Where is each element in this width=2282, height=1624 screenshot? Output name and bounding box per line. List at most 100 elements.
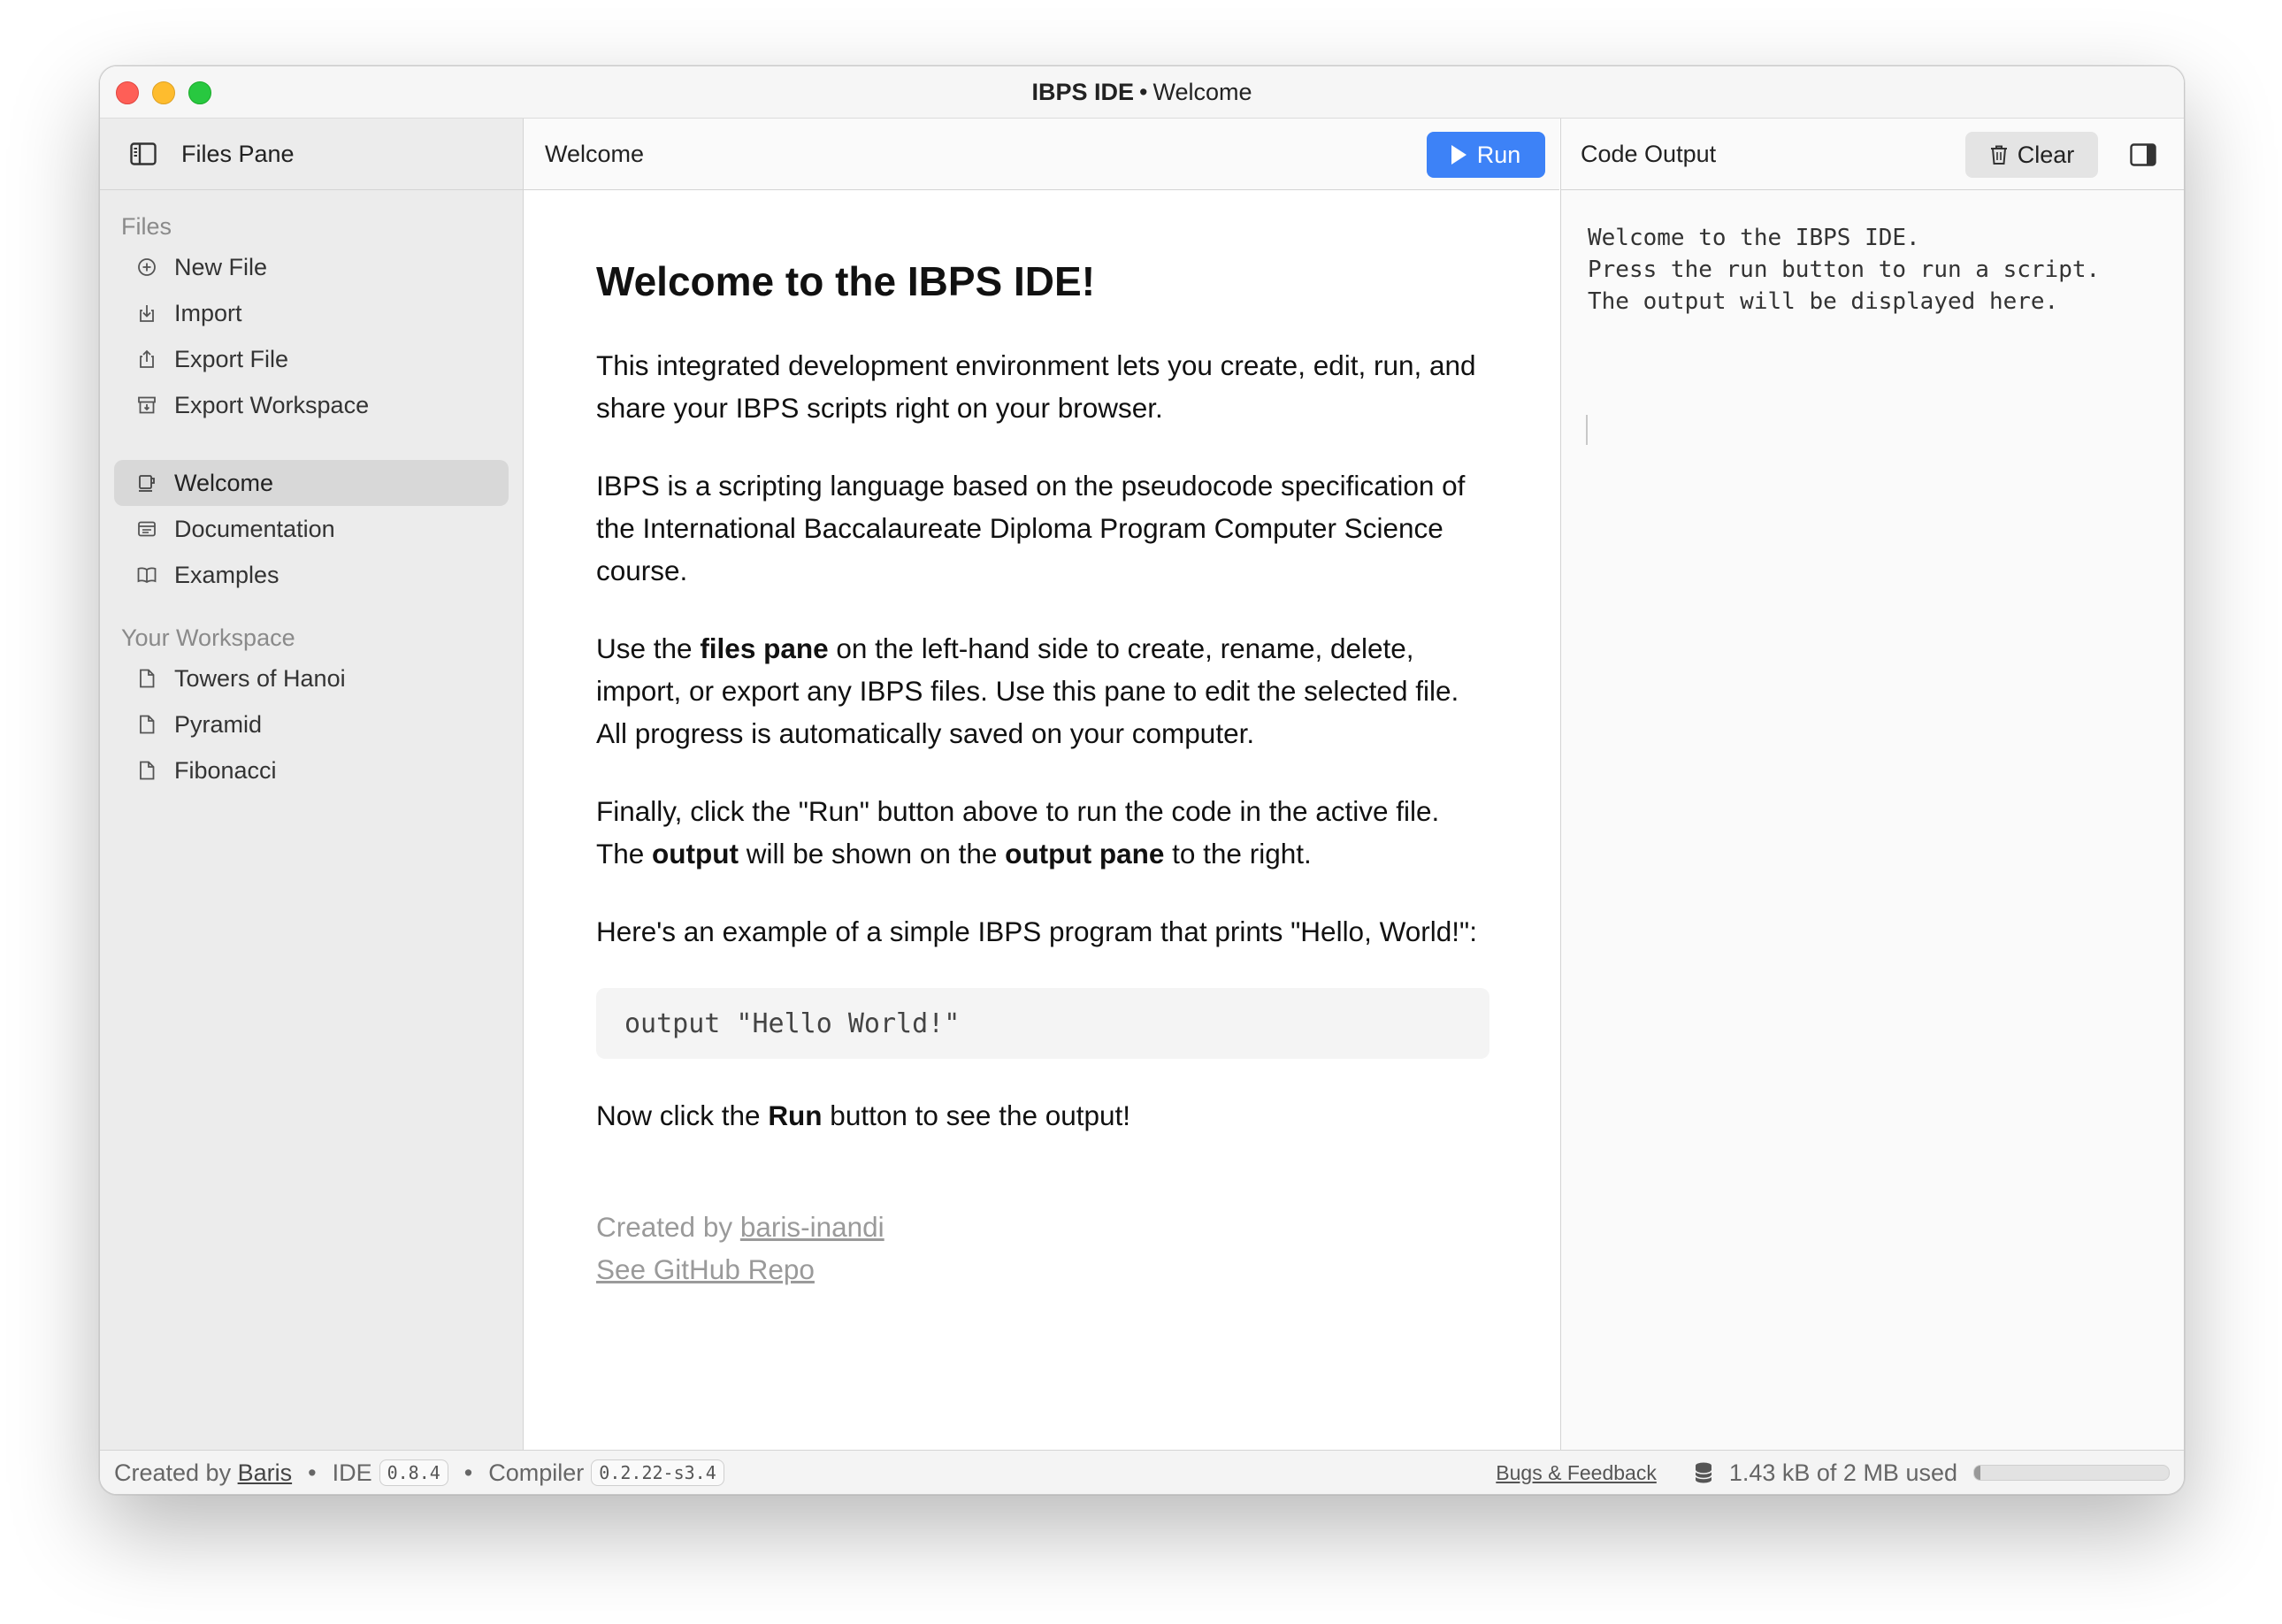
- file-icon: [135, 713, 158, 736]
- status-separator: •: [463, 1459, 473, 1486]
- status-bar: Created by Baris • IDE 0.8.4 • Compiler …: [100, 1450, 2184, 1494]
- compiler-version-badge: 0.2.22-s3.4: [591, 1459, 724, 1486]
- cup-icon: [135, 471, 158, 494]
- cta-paragraph: Now click the Run button to see the outp…: [596, 1094, 1487, 1137]
- clear-label: Clear: [2017, 141, 2075, 168]
- status-separator: •: [308, 1459, 317, 1486]
- sidebar-item-examples[interactable]: Examples: [114, 552, 509, 598]
- output-title: Code Output: [1581, 140, 1717, 167]
- maximize-window-button[interactable]: [188, 81, 211, 104]
- import-button[interactable]: Import: [114, 290, 509, 336]
- trash-icon: [1990, 145, 2007, 165]
- storage-usage-fill: [1974, 1466, 1980, 1480]
- bold-text: files pane: [700, 632, 829, 664]
- workspace-file-label: Towers of Hanoi: [174, 664, 346, 692]
- window-title: IBPS IDE • Welcome: [1031, 79, 1252, 106]
- share-icon: [135, 348, 158, 371]
- text-run: button to see the output!: [822, 1099, 1131, 1131]
- files-section-label: Files: [121, 213, 172, 240]
- export-workspace-label: Export Workspace: [174, 391, 370, 418]
- export-file-button[interactable]: Export File: [114, 336, 509, 382]
- files-sidebar: Files Pane Files New File Import Export …: [100, 119, 524, 1450]
- text-run: Now click the: [596, 1099, 769, 1131]
- bold-text: output pane: [1005, 838, 1165, 869]
- close-window-button[interactable]: [116, 81, 139, 104]
- editor-header: Welcome Run: [524, 119, 1559, 190]
- text-run: Use the: [596, 632, 701, 664]
- archive-icon: [135, 394, 158, 417]
- created-by-text: Created by: [596, 1211, 740, 1243]
- title-separator: •: [1139, 78, 1148, 105]
- github-repo-link[interactable]: See GitHub Repo: [596, 1253, 815, 1285]
- active-tab-title: Welcome: [545, 140, 645, 167]
- created-by-label: Created by: [114, 1459, 232, 1486]
- new-file-label: New File: [174, 253, 268, 280]
- language-paragraph: IBPS is a scripting language based on th…: [596, 470, 1466, 586]
- workspace-file-label: Fibonacci: [174, 756, 277, 784]
- ide-version-badge: 0.8.4: [379, 1459, 448, 1486]
- documentation-label: Documentation: [174, 515, 335, 542]
- output-panel-toggle-icon[interactable]: [2130, 143, 2156, 166]
- window-controls: [116, 81, 211, 104]
- status-left: Created by Baris • IDE 0.8.4 • Compiler …: [114, 1459, 724, 1487]
- sidebar-header: Files Pane: [100, 119, 523, 190]
- play-icon: [1451, 145, 1466, 165]
- credits: Created by baris-inandi See GitHub Repo: [596, 1206, 1487, 1291]
- app-name: IBPS IDE: [1031, 78, 1135, 105]
- bold-text: Run: [768, 1099, 823, 1131]
- status-right: Bugs & Feedback 1.43 kB of 2 MB used: [1496, 1459, 2170, 1487]
- workspace-section-label: Your Workspace: [121, 624, 295, 651]
- run-button[interactable]: Run: [1427, 132, 1545, 178]
- output-pane: Code Output Clear Welcome to the IBPS ID…: [1560, 119, 2184, 1450]
- output-header: Code Output Clear: [1561, 119, 2184, 190]
- output-console[interactable]: Welcome to the IBPS IDE. Press the run b…: [1561, 190, 2184, 318]
- plus-circle-icon: [135, 256, 158, 279]
- intro-paragraph: This integrated development environment …: [596, 349, 1476, 424]
- repo-line: See GitHub Repo: [596, 1248, 1487, 1291]
- workspace-file-towers-of-hanoi[interactable]: Towers of Hanoi: [114, 655, 509, 701]
- import-icon: [135, 302, 158, 325]
- workspace-file-label: Pyramid: [174, 710, 263, 738]
- sidebar-item-documentation[interactable]: Documentation: [114, 506, 509, 552]
- book-icon: [135, 563, 158, 586]
- welcome-document: Welcome to the IBPS IDE! This integrated…: [524, 190, 1559, 1291]
- sidebar-title: Files Pane: [181, 140, 295, 167]
- output-cursor: [1586, 415, 1588, 445]
- file-icon: [135, 667, 158, 690]
- compiler-label: Compiler: [488, 1459, 585, 1486]
- examples-label: Examples: [174, 561, 280, 588]
- run-paragraph: Finally, click the "Run" button above to…: [596, 790, 1487, 875]
- export-workspace-button[interactable]: Export Workspace: [114, 382, 509, 428]
- text-run: to the right.: [1164, 838, 1312, 869]
- sidebar-toggle-icon[interactable]: [130, 142, 157, 165]
- sidebar-item-welcome[interactable]: Welcome: [114, 460, 509, 506]
- minimize-window-button[interactable]: [152, 81, 175, 104]
- clear-button[interactable]: Clear: [1965, 132, 2098, 178]
- bugs-feedback-link[interactable]: Bugs & Feedback: [1496, 1461, 1657, 1485]
- created-by-line: Created by baris-inandi: [596, 1206, 1487, 1248]
- welcome-label: Welcome: [174, 469, 274, 496]
- workspace-file-fibonacci[interactable]: Fibonacci: [114, 747, 509, 793]
- files-pane-paragraph: Use the files pane on the left-hand side…: [596, 627, 1487, 755]
- export-file-label: Export File: [174, 345, 289, 372]
- database-icon: [1695, 1462, 1712, 1483]
- import-label: Import: [174, 299, 242, 326]
- file-icon: [135, 759, 158, 782]
- title-bar: IBPS IDE • Welcome: [100, 66, 2184, 119]
- new-file-button[interactable]: New File: [114, 244, 509, 290]
- bold-text: output: [652, 838, 739, 869]
- author-link[interactable]: baris-inandi: [740, 1211, 884, 1243]
- page-title: Welcome to the IBPS IDE!: [596, 258, 1096, 304]
- author-status-link[interactable]: Baris: [238, 1459, 293, 1487]
- example-paragraph: Here's an example of a simple IBPS progr…: [596, 915, 1477, 947]
- workspace-file-pyramid[interactable]: Pyramid: [114, 701, 509, 747]
- docs-icon: [135, 517, 158, 540]
- app-window: IBPS IDE • Welcome Files Pane Files New Fi…: [99, 65, 2185, 1495]
- code-example: output "Hello World!": [596, 988, 1489, 1059]
- text-run: will be shown on the: [738, 838, 1006, 869]
- ide-label: IDE: [332, 1459, 372, 1486]
- window-subtitle: Welcome: [1152, 78, 1252, 105]
- run-label: Run: [1476, 141, 1521, 168]
- storage-usage-bar: [1973, 1465, 2170, 1481]
- storage-usage-text: 1.43 kB of 2 MB used: [1728, 1459, 1957, 1486]
